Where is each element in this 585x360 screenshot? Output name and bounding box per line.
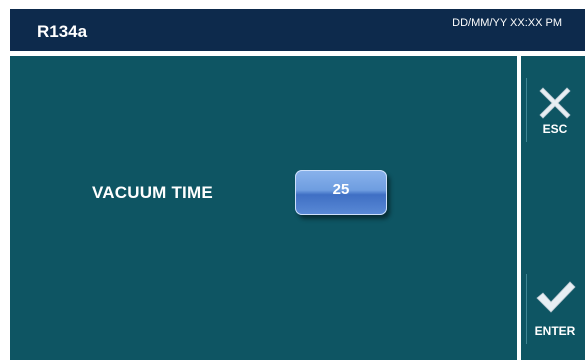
main-panel: VACUUM TIME 25 bbox=[10, 56, 517, 360]
enter-button[interactable]: ENTER bbox=[526, 274, 583, 344]
vacuum-time-value-button[interactable]: 25 bbox=[295, 170, 387, 215]
screen: R134a DD/MM/YY XX:XX PM VACUUM TIME 25 E… bbox=[0, 0, 585, 360]
esc-label: ESC bbox=[542, 122, 568, 136]
sidebar: ESC ENTER bbox=[521, 56, 585, 360]
esc-button[interactable]: ESC bbox=[526, 78, 583, 142]
check-mark-icon bbox=[527, 278, 583, 323]
close-x-icon bbox=[527, 82, 583, 127]
refrigerant-title: R134a bbox=[37, 22, 88, 41]
header-bar: R134a DD/MM/YY XX:XX PM bbox=[10, 9, 585, 51]
vacuum-time-label: VACUUM TIME bbox=[92, 183, 213, 202]
enter-label: ENTER bbox=[534, 324, 576, 338]
datetime-display: DD/MM/YY XX:XX PM bbox=[452, 17, 562, 29]
